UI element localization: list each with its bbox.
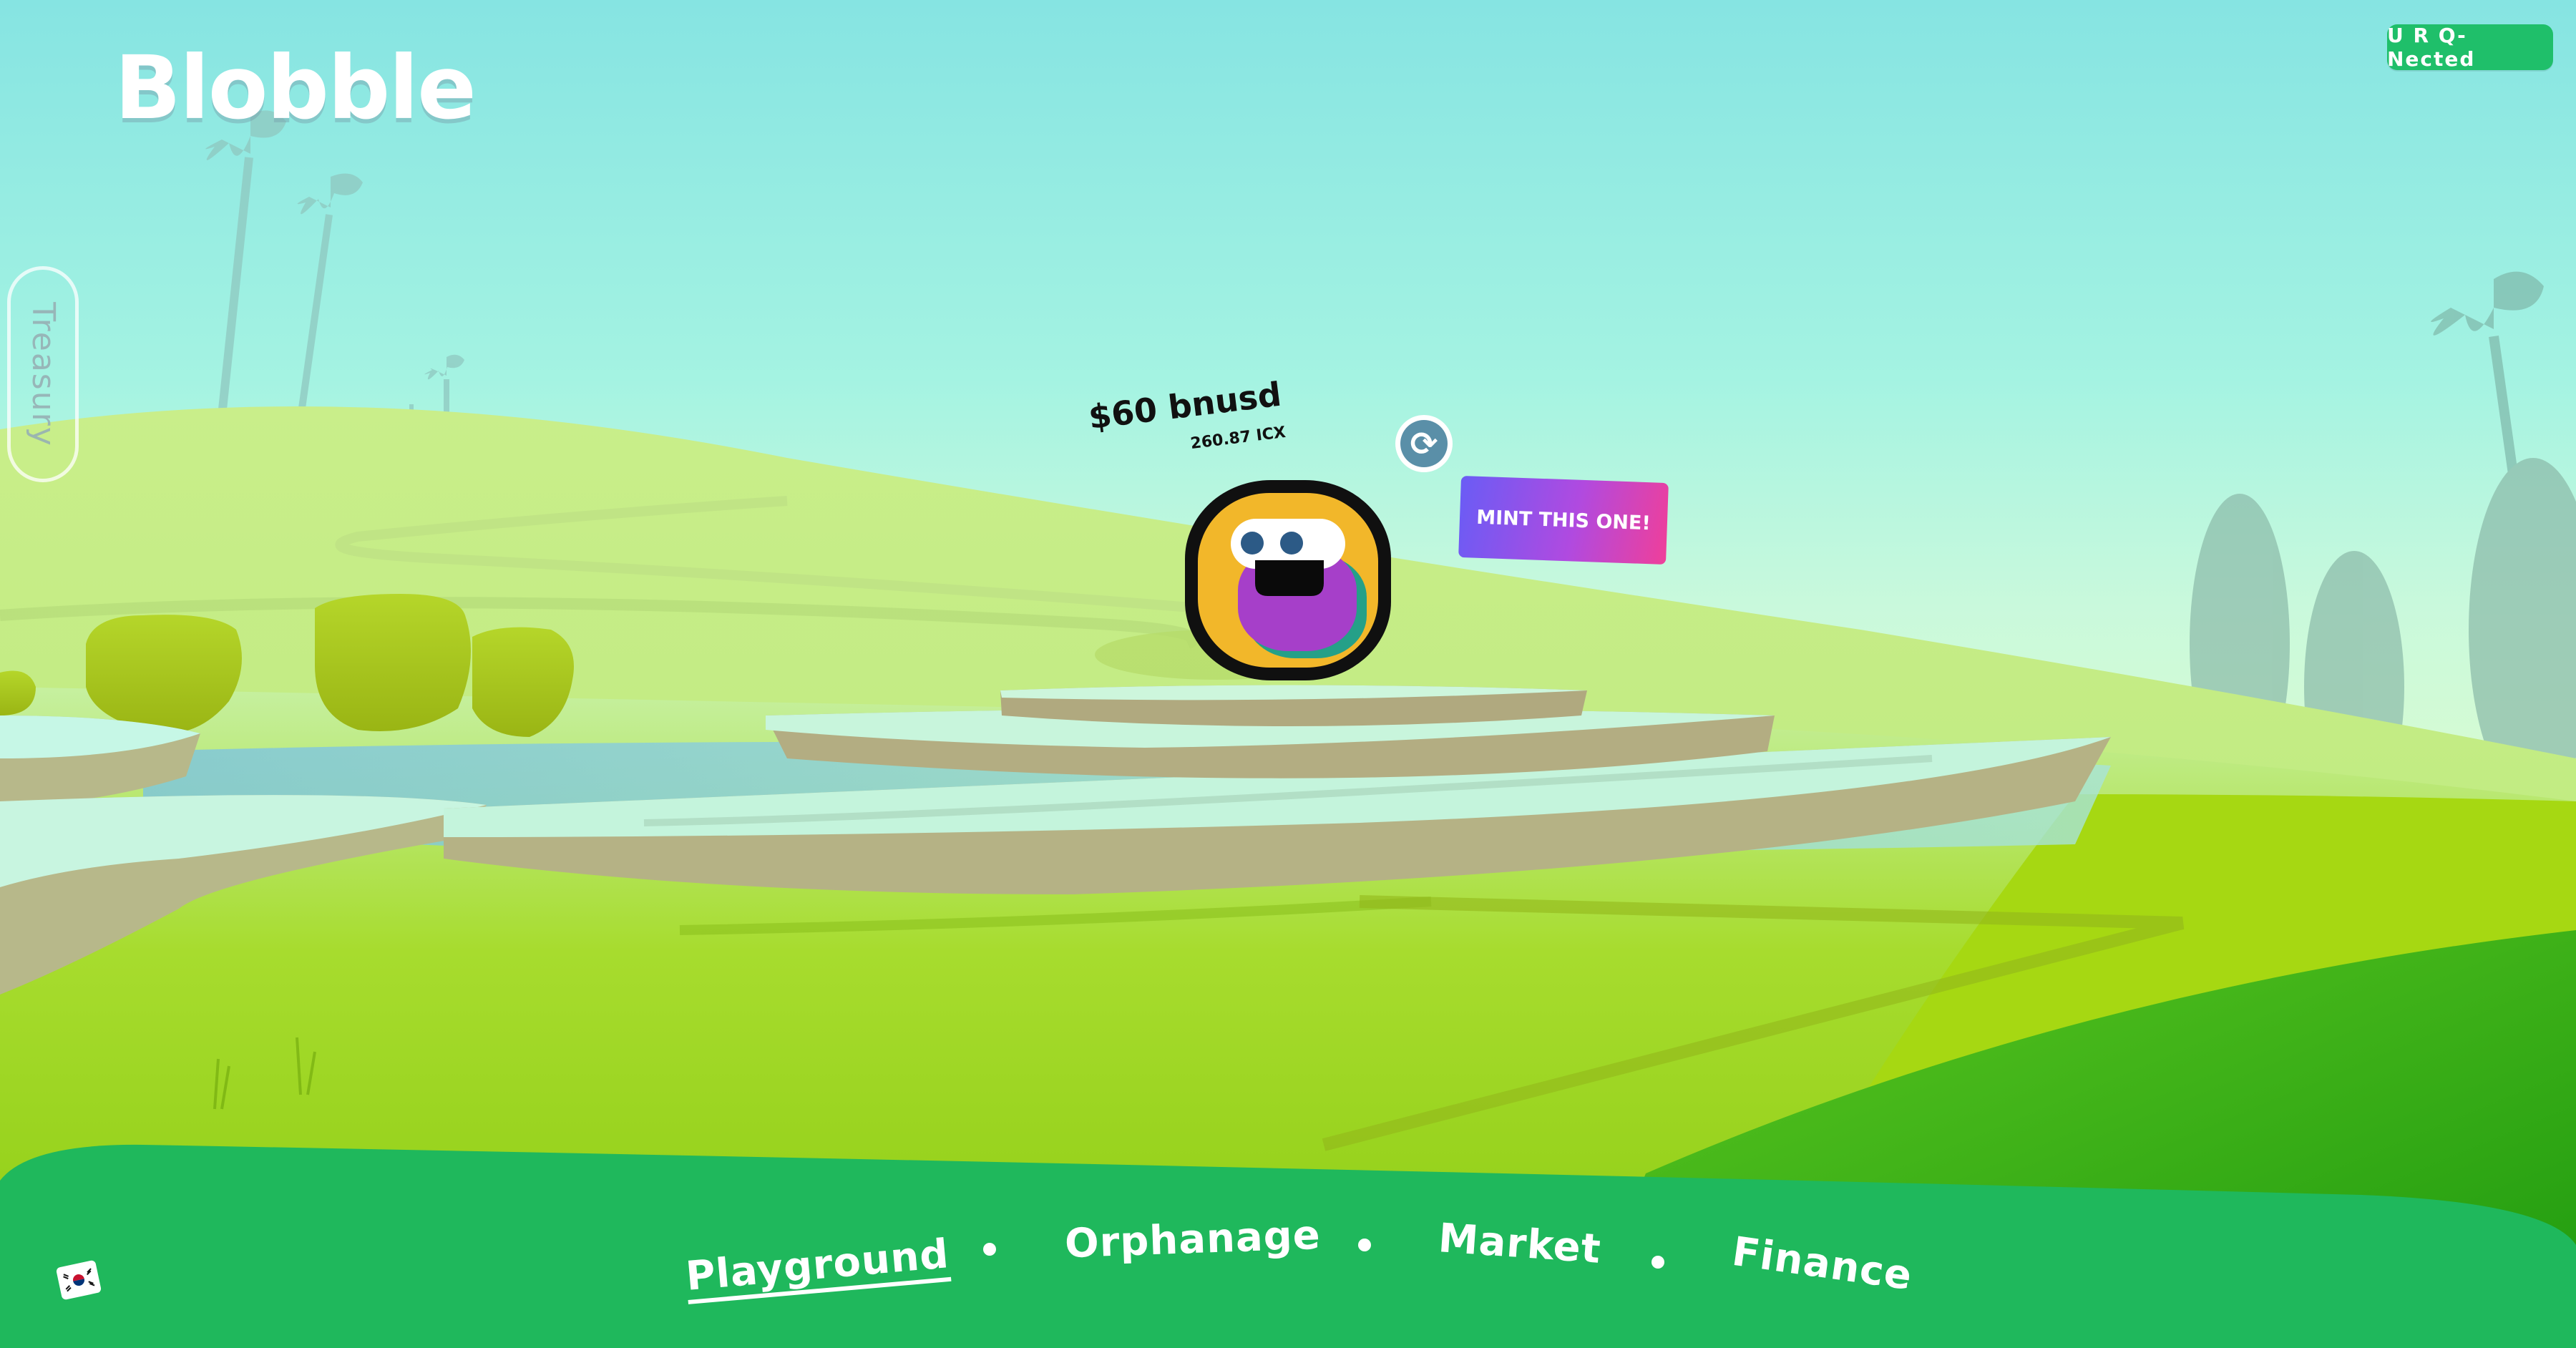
nav-separator (1358, 1239, 1371, 1251)
mint-button[interactable]: MINT THIS ONE! (1458, 475, 1669, 565)
blobble-right-eye (1280, 532, 1303, 555)
blobble-character[interactable] (1181, 476, 1395, 685)
blobble-logo[interactable]: Blobble (114, 34, 477, 142)
blobble-left-eye (1241, 532, 1264, 555)
game-stage: Blobble U R Q-Nected Treasury $60 bnusd … (0, 0, 2576, 1348)
treasury-tab-label: Treasury (24, 301, 62, 447)
refresh-icon: ⟳ (1400, 420, 1448, 467)
korea-flag-icon (59, 1264, 99, 1296)
nav-orphanage[interactable]: Orphanage (1064, 1212, 1322, 1267)
treasury-tab[interactable]: Treasury (7, 266, 79, 482)
wallet-connect-button[interactable]: U R Q-Nected (2387, 24, 2553, 71)
nav-separator (983, 1243, 996, 1256)
blobble-mouth (1255, 560, 1324, 596)
palm-tree-left (205, 110, 464, 447)
refresh-button[interactable]: ⟳ (1395, 415, 1453, 472)
nav-separator (1652, 1256, 1664, 1269)
